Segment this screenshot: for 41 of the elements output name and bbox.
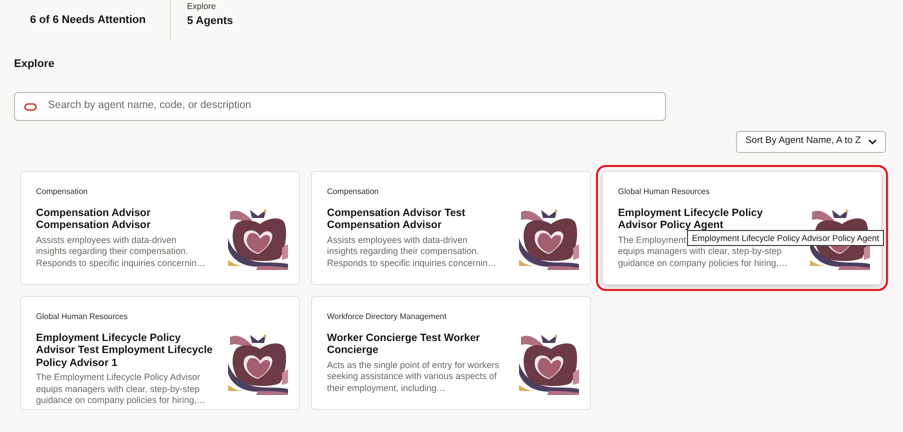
agent-card[interactable]: Compensation Compensation Advisor Compensation Advisor Assists employees with data-driven insights regarding their compensation. Responds to specific inquiries concernin… [20,170,300,284]
description-line: Assists employees with data-driven [327,234,468,246]
agent-card[interactable] [20,296,300,410]
description-line: Assists employees with data-driven [36,234,177,246]
card-title: Employment Lifecycle Policy Advisor Policy Agent [618,206,764,232]
summary-value: 5 Agents [187,14,234,29]
description-line: insights regarding their compensation. [327,246,480,258]
agent-card[interactable]: Compensation Compensation Advisor Test Compensation Advisor Assists employees with data-driven insights regarding their compensation. Responds to specific inquiries concernin… [311,170,591,284]
card-category: Compensation [36,186,89,198]
section-title: Explore [14,57,56,72]
card-title: Employment Lifecycle Policy Advisor Test Employment Lifecycle Policy Advisor 1 [36,332,214,369]
heart-logo-icon [519,332,579,394]
card-title: Worker Concierge Test Worker Concierge [327,332,481,356]
description-line: insights regarding their compensation. [36,246,188,258]
search-field[interactable]: Search by agent name, code, or description [14,92,666,120]
card-category: Global Human Resources [618,186,711,198]
description-line: seeking assistance with various aspects of [327,371,497,382]
heart-logo-icon [228,332,288,394]
description-line: equips managers with clear, step-by-step [36,384,200,395]
description-line: Responds to specific inquiries concernin… [36,258,206,269]
card-category: Compensation [327,186,380,198]
description-line: equips managers with clear, step-by-step [618,246,782,258]
summary-label: Explore [187,0,217,13]
description-line: The Employment Lifecycle Policy Advisor [36,372,200,384]
agent-card[interactable]: Workforce Directory Management Worker Concierge Test Worker Concierge Acts as the single point of entry for workers seeking assistance with various aspects of their employment, including… [311,296,591,410]
description-line: Responds to specific inquiries concernin… [327,258,497,269]
description-line: Acts as the single point of entry for workers [327,360,500,371]
description-line: their employment, including… [327,382,446,394]
card-title: Compensation Advisor Compensation Advisor [36,206,152,232]
description-line: guidance on company policies for hiring,… [618,258,788,269]
card-title: Compensation Advisor Test Compensation Advisor [327,206,466,232]
heart-logo-icon [519,208,579,270]
description-line: The Employment [618,234,686,246]
tooltip: Employment Lifecycle Policy Advisor Policy Agent [687,230,884,246]
description-line: guidance on company policies for hiring,… [36,395,206,406]
card-category: Global Human Resources [36,310,129,322]
card-category: Workforce Directory Management [327,310,448,322]
sort-dropdown[interactable]: Sort By Agent Name, A to Z [736,130,886,152]
summary-value: 6 of 6 Needs Attention [30,12,147,28]
heart-logo-icon [228,208,288,270]
chevron-down-icon [868,138,877,144]
